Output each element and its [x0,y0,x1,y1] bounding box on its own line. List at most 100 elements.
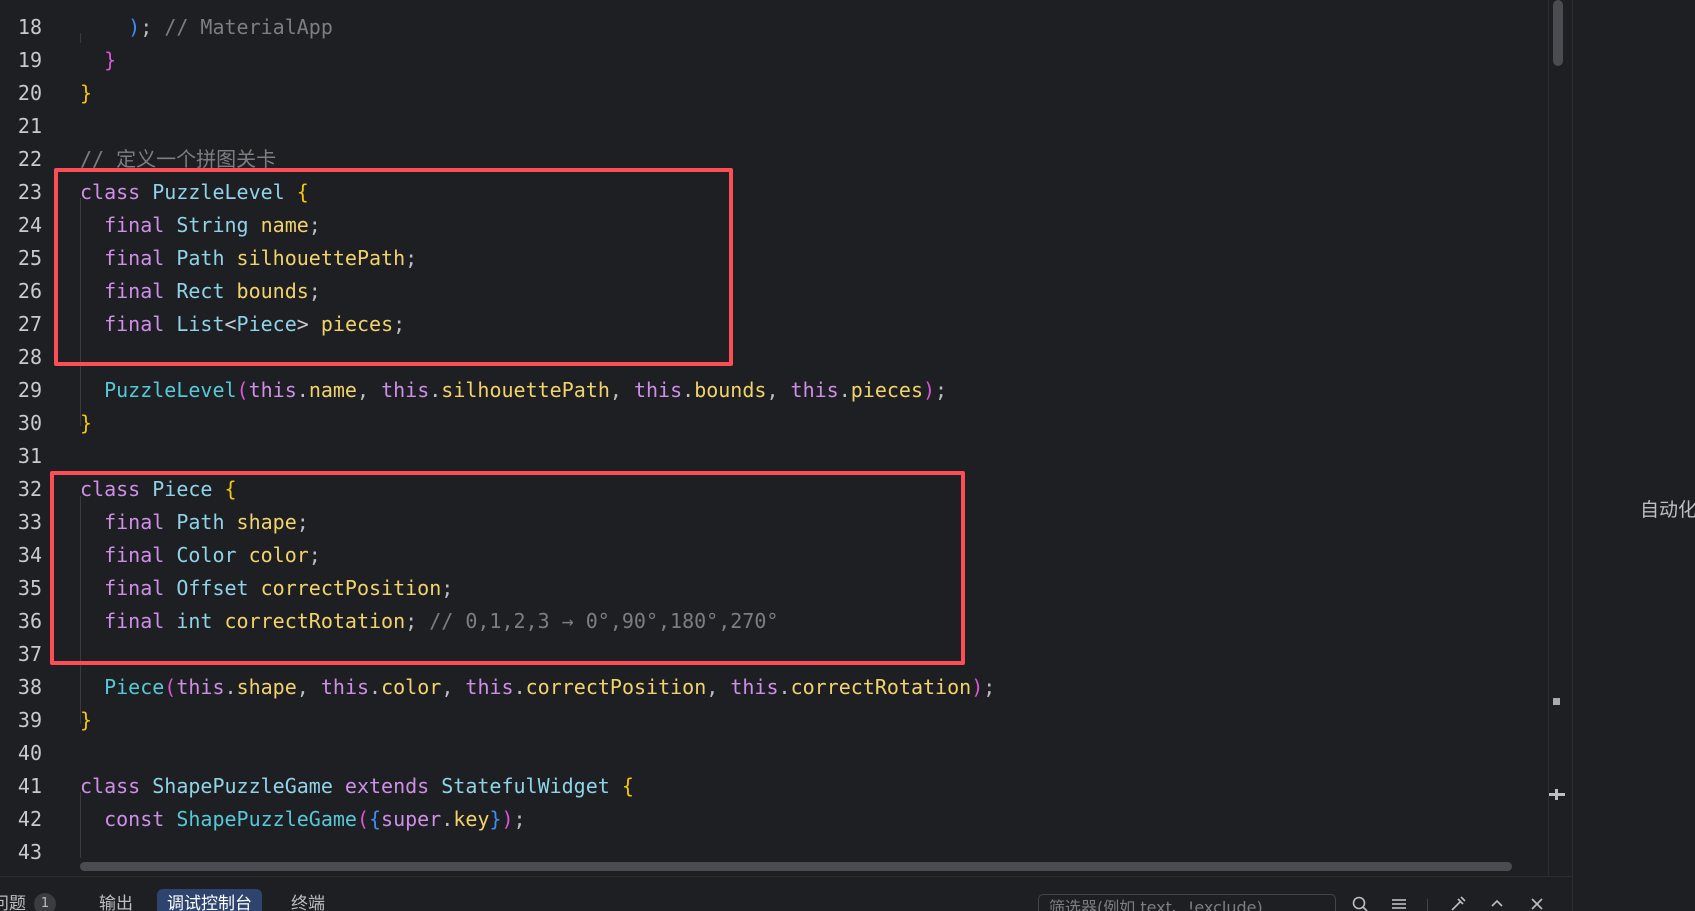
caret-marker-stem [1555,789,1558,800]
bottom-panel-tabs: 问题 1 输出 调试控制台 终端 筛选器(例如 text、!exclude) [0,876,1572,911]
code-token: } [80,81,93,105]
code-editor[interactable]: 18 19 20 21 22 23 24 25 26 27 28 29 30 31 32 33 34 35 36 37… [0,0,1550,876]
code-token: , [766,378,791,402]
code-token: this [730,675,779,699]
line-number: 42 [17,807,42,831]
vertical-scrollbar[interactable] [1548,0,1571,876]
horizontal-scrollbar-thumb[interactable] [80,862,1512,871]
lock-scroll-icon[interactable] [1447,895,1469,911]
code-token: this [320,675,370,699]
code-token: . [441,807,454,831]
indent-guide [80,33,81,43]
vertical-scrollbar-thumb[interactable] [1553,0,1563,66]
line-number: 18 [17,15,42,39]
code-token: . [429,378,442,402]
code-token: . [778,675,791,699]
list-icon[interactable] [1388,895,1410,911]
code-line[interactable]: Piece(this.shape, this.color, this.corre… [80,671,995,704]
code-token: super [381,807,442,831]
code-token: , [441,675,466,699]
line-number: 27 [17,312,42,336]
line-number: 25 [17,246,42,270]
line-number: 35 [17,576,42,600]
code-line[interactable]: } [80,77,92,110]
code-token: ShapePuzzleGame [152,774,345,798]
code-token: ) [923,378,936,402]
code-token: , [609,378,634,402]
code-token: this [248,378,297,402]
code-token: ; [513,807,526,831]
line-number: 23 [17,180,42,204]
code-token: silhouettePath [441,378,610,402]
code-token: , [356,378,382,402]
chevron-up-icon[interactable] [1486,895,1508,911]
code-token: . [838,378,851,402]
code-token: } [80,708,93,732]
line-number: 38 [17,675,42,699]
indent-guide [80,792,81,858]
code-line[interactable]: ); // MaterialApp [80,11,333,44]
code-token: name [308,378,357,402]
code-token: . [513,675,526,699]
code-token: ; [140,15,165,39]
code-token: , [296,675,321,699]
automation-label: 自动化 [1640,499,1695,521]
line-number: 31 [17,444,42,468]
code-token: pieces [850,378,923,402]
code-line[interactable]: } [80,704,92,737]
code-token: . [369,675,382,699]
tab-problems[interactable]: 问题 1 [0,889,56,911]
code-token: bounds [694,378,767,402]
code-token: Piece [80,675,165,699]
code-token: this [381,378,430,402]
code-token: key [453,807,490,831]
line-number-gutter: 18 19 20 21 22 23 24 25 26 27 28 29 30 31 32 33 34 35 36 37… [0,0,58,876]
line-number: 39 [17,708,42,732]
code-token: ShapePuzzleGame [176,807,357,831]
line-number: 32 [17,477,42,501]
tab-debug-console[interactable]: 调试控制台 [157,889,262,911]
tab-terminal[interactable]: 终端 [291,889,325,911]
code-token: StatefulWidget [441,774,622,798]
line-number: 33 [17,510,42,534]
tab-output[interactable]: 输出 [99,889,133,911]
line-number: 41 [17,774,42,798]
code-token: ( [356,807,369,831]
code-line[interactable]: const ShapePuzzleGame({super.key}); [80,803,526,836]
code-token: , [706,675,731,699]
code-token: this [633,378,683,402]
line-number: 19 [17,48,42,72]
code-token: ( [164,675,177,699]
line-number: 34 [17,543,42,567]
code-token: extends [344,774,442,798]
highlight-box-piece [50,471,965,665]
code-token: correctPosition [525,675,707,699]
line-number: 37 [17,642,42,666]
code-token: correctRotation [790,675,972,699]
code-token: ) [501,807,514,831]
code-token: ) [128,15,141,39]
code-line[interactable]: class ShapePuzzleGame extends StatefulWi… [80,770,634,803]
code-token: this [790,378,839,402]
filter-input[interactable]: 筛选器(例如 text、!exclude) [1038,894,1336,911]
search-icon[interactable] [1349,895,1371,911]
code-token: . [296,378,309,402]
line-number: 29 [17,378,42,402]
line-number: 21 [17,114,42,138]
code-token: ; [983,675,996,699]
code-token: shape [236,675,297,699]
close-icon[interactable] [1526,895,1548,911]
code-line[interactable]: } [80,407,92,440]
code-line[interactable]: } [80,44,116,77]
tab-terminal-label: 终端 [291,894,325,911]
code-token: } [104,48,117,72]
code-token: ; [935,378,948,402]
code-token: { [621,774,634,798]
line-number: 43 [17,840,42,864]
scroll-marker [1553,698,1560,705]
code-token: class [80,774,153,798]
code-line[interactable]: PuzzleLevel(this.name, this.silhouettePa… [80,374,947,407]
line-number: 36 [17,609,42,633]
